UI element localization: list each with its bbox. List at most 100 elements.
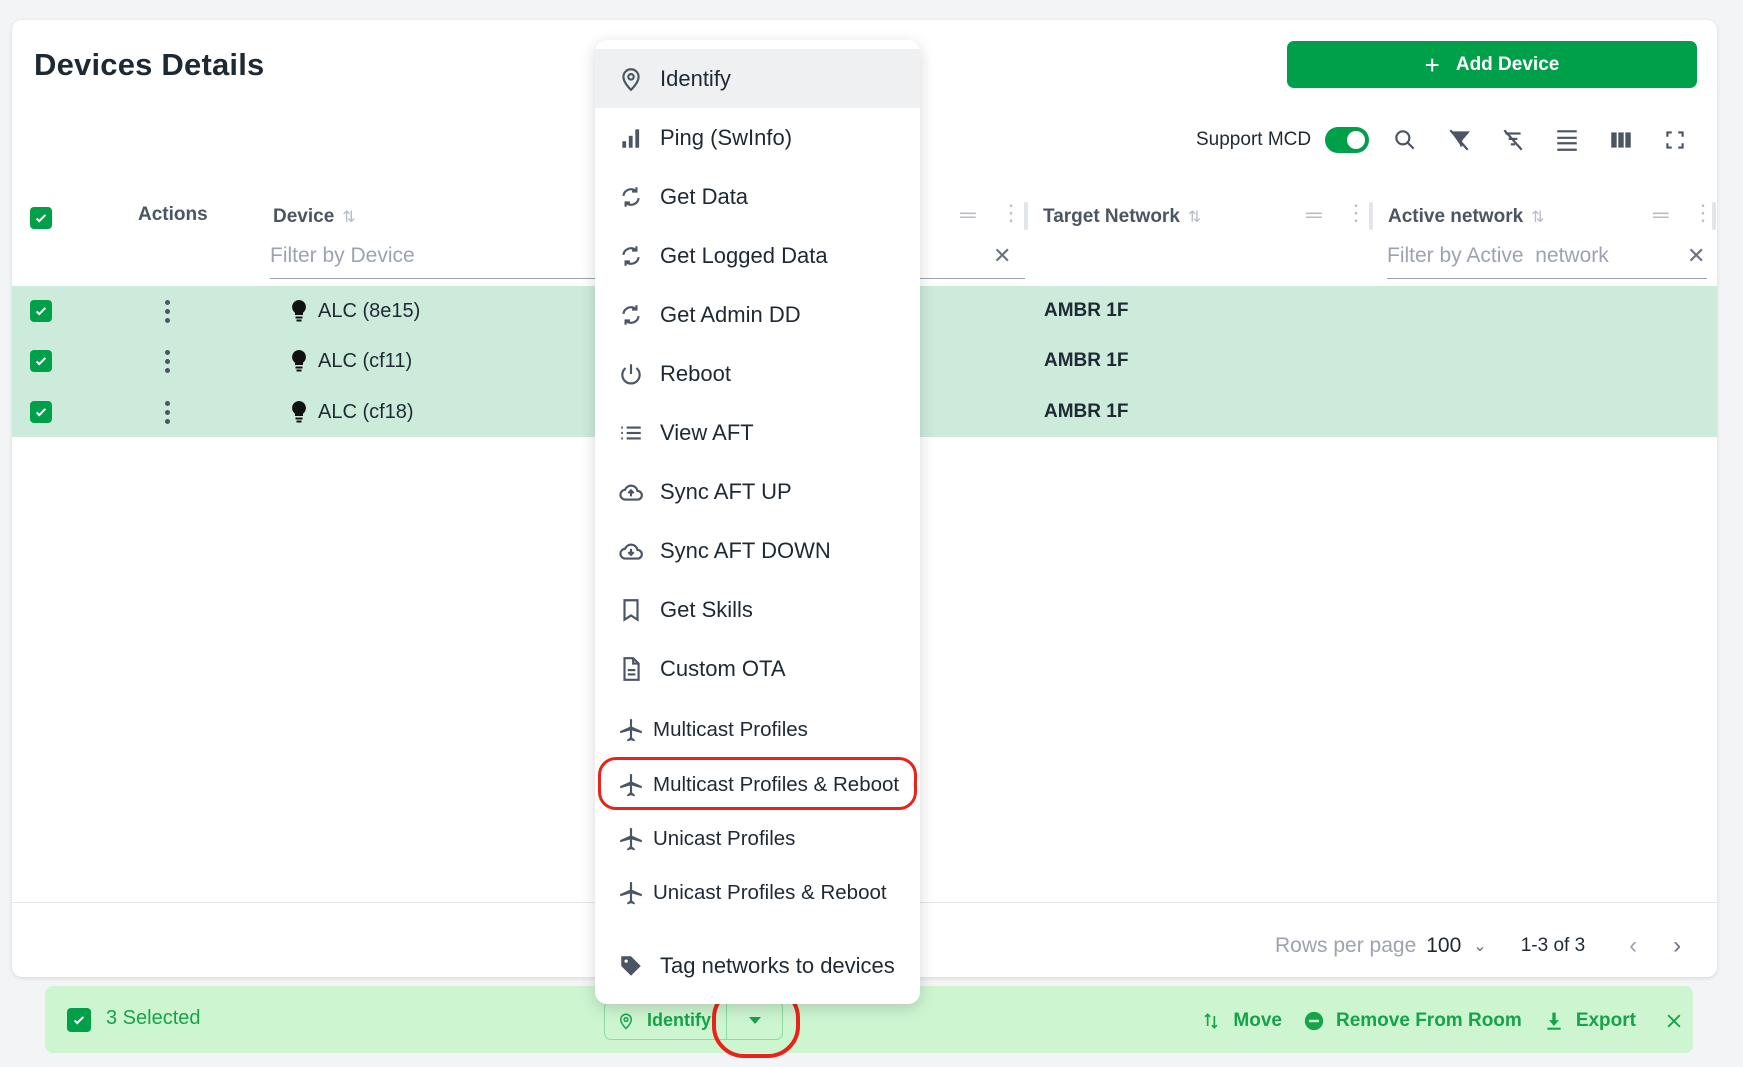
lightbulb-icon xyxy=(292,300,306,322)
device-filter-input[interactable]: Filter by Device xyxy=(270,244,415,268)
column-menu-icon[interactable]: ⋮ xyxy=(1000,200,1022,226)
menu-item-label: Get Data xyxy=(660,183,749,209)
move-button[interactable]: Move xyxy=(1201,1010,1282,1032)
remove-from-room-label: Remove From Room xyxy=(1336,1010,1522,1031)
sort-icon[interactable]: ⇅ xyxy=(1531,207,1544,227)
menu-item-label: Reboot xyxy=(660,360,731,386)
menu-item-unicast-profiles-reboot[interactable]: Unicast Profiles & Reboot xyxy=(595,866,920,920)
location-pin-icon xyxy=(619,1013,633,1030)
column-title-device: Device xyxy=(273,206,335,227)
menu-item-multicast-profiles[interactable]: Multicast Profiles xyxy=(595,703,920,757)
menu-item-get-data[interactable]: Get Data xyxy=(595,167,920,226)
selection-checkbox[interactable] xyxy=(67,1008,91,1032)
menu-item-label: Multicast Profiles xyxy=(653,718,808,741)
close-selection-button[interactable] xyxy=(1664,1011,1684,1031)
menu-item-label: Get Logged Data xyxy=(660,242,828,268)
row-actions-menu-icon[interactable] xyxy=(157,346,177,376)
column-drag-handle-icon[interactable]: ═ xyxy=(960,202,976,228)
lightbulb-icon xyxy=(292,350,306,372)
menu-item-identify[interactable]: Identify xyxy=(595,49,920,108)
menu-item-tag-networks[interactable]: Tag networks to devices xyxy=(595,936,920,996)
target-network: AMBR 1F xyxy=(1044,300,1129,321)
menu-item-ping[interactable]: Ping (SwInfo) xyxy=(595,108,920,167)
selected-count: 3 Selected xyxy=(106,1007,201,1029)
column-header-target-network[interactable]: Target Network ⇅ xyxy=(1043,206,1201,228)
density-icon[interactable] xyxy=(1549,122,1585,158)
add-device-button[interactable]: + Add Device xyxy=(1287,41,1697,88)
clear-filter-icon[interactable]: ✕ xyxy=(1687,243,1705,269)
menu-item-sync-aft-down[interactable]: Sync AFT DOWN xyxy=(595,521,920,580)
column-menu-icon[interactable]: ⋮ xyxy=(1345,200,1367,226)
next-page-icon[interactable]: › xyxy=(1673,932,1681,960)
move-icon xyxy=(1204,1013,1218,1029)
column-header-device[interactable]: Device ⇅ xyxy=(273,206,356,228)
column-menu-icon[interactable]: ⋮ xyxy=(1692,200,1714,226)
export-button[interactable]: Export xyxy=(1544,1010,1636,1032)
row-actions-menu-icon[interactable] xyxy=(157,296,177,326)
columns-icon[interactable] xyxy=(1603,122,1639,158)
airplane-icon xyxy=(617,879,645,907)
menu-item-sync-aft-up[interactable]: Sync AFT UP xyxy=(595,462,920,521)
airplane-icon xyxy=(617,825,645,853)
menu-item-reboot[interactable]: Reboot xyxy=(595,344,920,403)
row-actions-menu-icon[interactable] xyxy=(157,397,177,427)
sort-icon[interactable]: ⇅ xyxy=(342,207,355,227)
menu-item-label: Custom OTA xyxy=(660,655,786,681)
identify-action-button[interactable]: Identify xyxy=(605,1002,727,1039)
menu-item-get-admin-dd[interactable]: Get Admin DD xyxy=(595,285,920,344)
fullscreen-icon[interactable] xyxy=(1657,122,1693,158)
menu-item-label: Ping (SwInfo) xyxy=(660,124,793,150)
page-title: Devices Details xyxy=(34,47,265,82)
close-icon xyxy=(1667,1014,1681,1028)
menu-item-label: Unicast Profiles xyxy=(653,827,796,850)
row-checkbox[interactable] xyxy=(30,350,52,372)
page-range: 1-3 of 3 xyxy=(1520,935,1586,956)
column-resize-handle[interactable] xyxy=(1024,202,1028,230)
column-drag-handle-icon[interactable]: ═ xyxy=(1306,202,1322,228)
chevron-down-icon: ⌄ xyxy=(1473,938,1487,955)
menu-item-label: Sync AFT DOWN xyxy=(660,537,831,563)
airplane-icon xyxy=(617,716,645,744)
menu-item-label: Unicast Profiles & Reboot xyxy=(653,881,887,904)
cloud-download-icon xyxy=(617,537,645,565)
row-checkbox[interactable] xyxy=(30,300,52,322)
menu-item-unicast-profiles[interactable]: Unicast Profiles xyxy=(595,812,920,866)
lightbulb-icon xyxy=(292,401,306,423)
document-icon xyxy=(617,655,645,683)
clear-filter-icon[interactable]: ✕ xyxy=(993,243,1011,269)
column-resize-handle[interactable] xyxy=(1369,202,1373,230)
filter-list-off-icon[interactable] xyxy=(1495,122,1531,158)
remove-from-room-button[interactable]: Remove From Room xyxy=(1304,1010,1522,1032)
select-all-checkbox[interactable] xyxy=(30,207,52,229)
sort-icon[interactable]: ⇅ xyxy=(1188,207,1201,227)
filter-off-icon[interactable] xyxy=(1441,122,1477,158)
menu-item-label: Get Admin DD xyxy=(660,301,801,327)
row-checkbox[interactable] xyxy=(30,401,52,423)
device-name: ALC (cf11) xyxy=(318,349,413,372)
menu-item-view-aft[interactable]: View AFT xyxy=(595,403,920,462)
device-name: ALC (8e15) xyxy=(318,299,421,322)
pagination: Rows per page 100 ⌄ 1-3 of 3 ‹ › xyxy=(1275,928,1681,964)
column-drag-handle-icon[interactable]: ═ xyxy=(1653,202,1669,228)
bookmark-icon xyxy=(617,596,645,624)
column-resize-handle[interactable] xyxy=(1712,202,1716,230)
list-icon xyxy=(617,419,645,447)
active-network-filter-underline xyxy=(1387,278,1707,279)
signal-bars-icon xyxy=(617,124,645,152)
column-header-active-network[interactable]: Active network ⇅ xyxy=(1388,206,1545,228)
menu-item-label: Get Skills xyxy=(660,596,753,622)
previous-page-icon[interactable]: ‹ xyxy=(1629,932,1637,960)
export-label: Export xyxy=(1575,1010,1636,1031)
menu-item-get-logged-data[interactable]: Get Logged Data xyxy=(595,226,920,285)
annotation-circle xyxy=(598,757,917,810)
column-title-active-network: Active network xyxy=(1388,206,1524,227)
support-mcd-toggle[interactable] xyxy=(1325,127,1370,153)
menu-item-custom-ota[interactable]: Custom OTA xyxy=(595,639,920,698)
table-toolbar: Support MCD xyxy=(1196,122,1711,158)
sync-icon xyxy=(617,242,645,270)
rows-per-page-select[interactable]: 100 ⌄ xyxy=(1426,934,1486,958)
plus-icon: + xyxy=(1424,49,1440,80)
menu-item-get-skills[interactable]: Get Skills xyxy=(595,580,920,639)
active-network-filter-input[interactable]: Filter by Active network xyxy=(1387,244,1609,268)
search-icon[interactable] xyxy=(1387,122,1423,158)
